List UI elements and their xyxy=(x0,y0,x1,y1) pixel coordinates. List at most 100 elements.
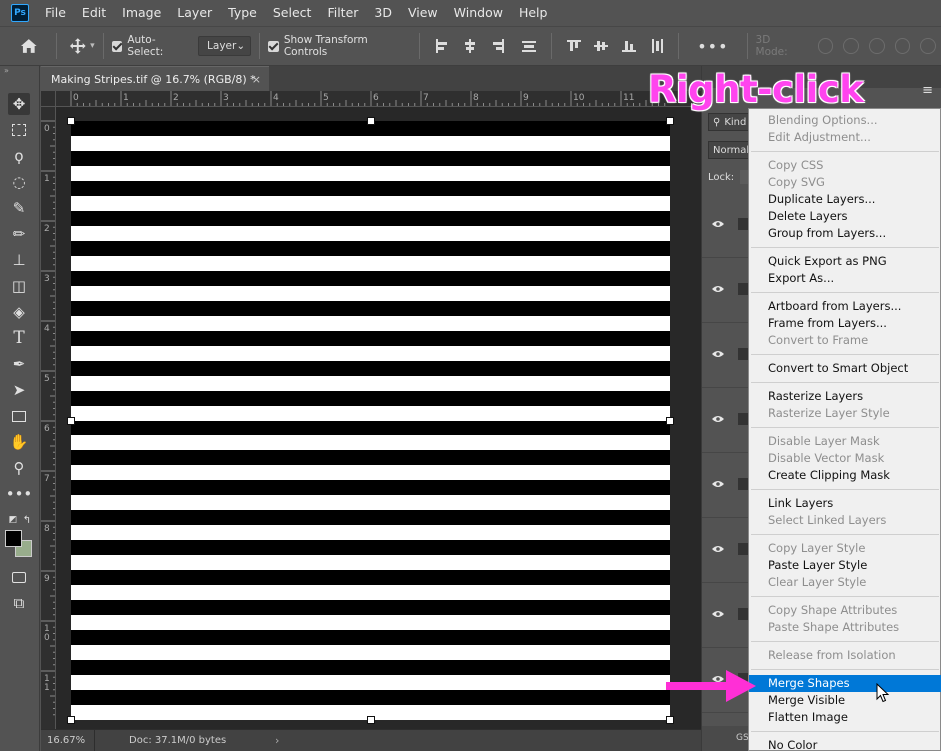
eyedropper-tool-icon[interactable]: ✎ xyxy=(8,197,30,219)
align-horizontal-center-icon[interactable] xyxy=(462,38,478,54)
auto-select-checkbox[interactable]: Auto-Select: xyxy=(111,34,190,58)
menu-item-export-as[interactable]: Export As... xyxy=(749,270,941,287)
distribute-icon[interactable] xyxy=(521,38,537,54)
transform-handle[interactable] xyxy=(666,417,674,425)
hand-tool-icon[interactable]: ✋ xyxy=(8,431,30,453)
menu-select[interactable]: Select xyxy=(265,0,320,26)
more-options-icon[interactable]: ••• xyxy=(697,37,728,56)
menu-item-delete-layers[interactable]: Delete Layers xyxy=(749,208,941,225)
menu-item-flatten-image[interactable]: Flatten Image xyxy=(749,709,941,726)
ruler-horizontal[interactable]: 0 1 2 3 4 5 6 7 8 9 10 11 xyxy=(56,91,701,107)
transform-handle[interactable] xyxy=(67,117,75,125)
eraser-tool-icon[interactable]: ◫ xyxy=(8,275,30,297)
menu-window[interactable]: Window xyxy=(446,0,511,26)
canvas-area[interactable] xyxy=(56,107,701,729)
menu-3d[interactable]: 3D xyxy=(366,0,400,26)
menu-image[interactable]: Image xyxy=(114,0,169,26)
menu-item-frame-from-layers[interactable]: Frame from Layers... xyxy=(749,315,941,332)
auto-select-dropdown[interactable]: Layer ⌄ xyxy=(198,36,252,56)
lasso-tool-icon[interactable]: ϙ xyxy=(8,145,30,167)
menu-item-group-from-layers[interactable]: Group from Layers... xyxy=(749,225,941,242)
align-bottom-icon[interactable] xyxy=(621,38,637,54)
align-vertical-center-icon[interactable] xyxy=(593,38,609,54)
transform-handle[interactable] xyxy=(367,716,375,724)
transform-handle[interactable] xyxy=(67,716,75,724)
align-right-icon[interactable] xyxy=(490,38,506,54)
document-tab[interactable]: Making Stripes.tif @ 16.7% (RGB/8) * × xyxy=(41,66,269,91)
3d-orbit-icon[interactable] xyxy=(817,38,834,54)
layer-row[interactable] xyxy=(702,389,750,453)
align-left-icon[interactable] xyxy=(434,38,450,54)
ruler-corner[interactable] xyxy=(41,91,56,107)
distribute-vertical-icon[interactable] xyxy=(649,38,665,54)
align-top-icon[interactable] xyxy=(566,38,582,54)
visibility-eye-icon[interactable] xyxy=(712,220,724,228)
quick-selection-tool-icon[interactable]: ◌ xyxy=(8,171,30,193)
3d-slide-icon[interactable] xyxy=(894,38,911,54)
quick-mask-icon[interactable] xyxy=(8,566,30,588)
visibility-eye-icon[interactable] xyxy=(712,350,724,358)
pen-tool-icon[interactable]: ✒ xyxy=(8,353,30,375)
3d-pan-icon[interactable] xyxy=(868,38,885,54)
chevron-right-icon[interactable]: › xyxy=(275,734,279,747)
menu-help[interactable]: Help xyxy=(511,0,556,26)
move-tool-icon[interactable]: ✥ xyxy=(8,93,30,115)
chevron-down-icon[interactable]: ▾ xyxy=(90,41,95,51)
transform-handle[interactable] xyxy=(67,417,75,425)
zoom-tool-icon[interactable]: ⚲ xyxy=(8,457,30,479)
home-icon[interactable] xyxy=(20,38,38,54)
menu-item-artboard-from-layers[interactable]: Artboard from Layers... xyxy=(749,298,941,315)
panel-menu-icon[interactable]: ≡ xyxy=(922,83,933,98)
transform-handle[interactable] xyxy=(367,117,375,125)
brush-tool-icon[interactable]: ✏ xyxy=(8,223,30,245)
layer-row[interactable] xyxy=(702,519,750,583)
show-transform-checkbox[interactable]: Show Transform Controls xyxy=(268,34,411,58)
visibility-eye-icon[interactable] xyxy=(712,610,724,618)
menu-filter[interactable]: Filter xyxy=(319,0,366,26)
menu-layer[interactable]: Layer xyxy=(169,0,220,26)
swap-colors-icon[interactable]: ↰ xyxy=(16,509,38,531)
zoom-level[interactable]: 16.67% xyxy=(41,730,95,751)
visibility-eye-icon[interactable] xyxy=(712,415,724,423)
layer-row[interactable] xyxy=(702,454,750,518)
transform-handle[interactable] xyxy=(666,716,674,724)
menu-type[interactable]: Type xyxy=(220,0,265,26)
foreground-color-swatch[interactable] xyxy=(5,530,22,547)
path-selection-tool-icon[interactable]: ➤ xyxy=(8,379,30,401)
layer-row[interactable] xyxy=(702,194,750,258)
menu-item-merge-visible[interactable]: Merge Visible xyxy=(749,692,941,709)
menu-item-paste-layer-style[interactable]: Paste Layer Style xyxy=(749,557,941,574)
rectangle-tool-icon[interactable] xyxy=(8,405,30,427)
menu-item-quick-export-as-png[interactable]: Quick Export as PNG xyxy=(749,253,941,270)
menu-item-no-color[interactable]: No Color xyxy=(749,737,941,751)
close-icon[interactable]: × xyxy=(252,67,261,92)
visibility-eye-icon[interactable] xyxy=(712,285,724,293)
menu-item-create-clipping-mask[interactable]: Create Clipping Mask xyxy=(749,467,941,484)
lock-transparent-icon[interactable] xyxy=(740,170,748,184)
marquee-tool-icon[interactable] xyxy=(8,119,30,141)
collapse-icon[interactable]: » xyxy=(0,66,39,76)
menu-item-rasterize-layers[interactable]: Rasterize Layers xyxy=(749,388,941,405)
layer-row[interactable] xyxy=(702,259,750,323)
3d-roll-icon[interactable] xyxy=(843,38,859,54)
move-tool-icon[interactable] xyxy=(69,37,87,55)
layer-row[interactable] xyxy=(702,324,750,388)
menu-view[interactable]: View xyxy=(400,0,446,26)
visibility-eye-icon[interactable] xyxy=(712,545,724,553)
more-tools-icon[interactable]: ••• xyxy=(6,483,33,505)
menu-edit[interactable]: Edit xyxy=(74,0,114,26)
menu-item-link-layers[interactable]: Link Layers xyxy=(749,495,941,512)
transform-handle[interactable] xyxy=(666,117,674,125)
type-tool-icon[interactable]: T xyxy=(8,327,30,349)
document-canvas[interactable] xyxy=(71,121,670,720)
paint-bucket-tool-icon[interactable]: ◈ xyxy=(8,301,30,323)
menu-file[interactable]: File xyxy=(37,0,74,26)
menu-item-convert-to-smart-object[interactable]: Convert to Smart Object xyxy=(749,360,941,377)
color-swatches[interactable] xyxy=(5,530,35,560)
photoshop-logo-icon[interactable]: Ps xyxy=(11,4,29,22)
layer-row[interactable] xyxy=(702,584,750,648)
menu-item-merge-shapes[interactable]: Merge Shapes xyxy=(749,675,941,692)
stamp-tool-icon[interactable]: ⊥ xyxy=(8,249,30,271)
ruler-vertical[interactable]: 01234567891011 xyxy=(41,107,56,729)
visibility-eye-icon[interactable] xyxy=(712,480,724,488)
